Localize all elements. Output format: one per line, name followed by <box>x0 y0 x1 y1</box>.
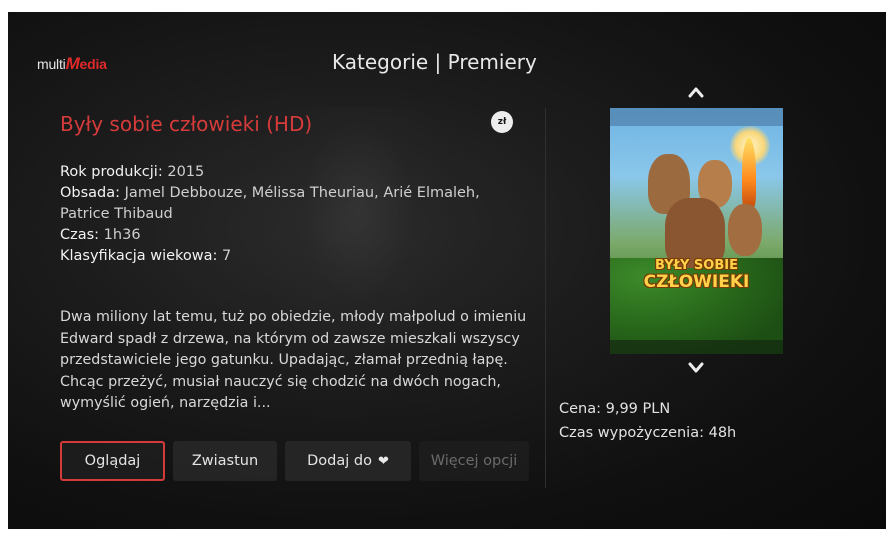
poster-bottom-strip <box>610 340 783 354</box>
movie-metadata: Rok produkcji: 2015 Obsada: Jamel Debbou… <box>60 162 530 267</box>
cast-row: Obsada: Jamel Debbouze, Mélissa Theuriau… <box>60 183 530 225</box>
price-label: Cena: 9,99 PLN <box>559 401 671 417</box>
watch-button[interactable]: Oglądaj <box>60 441 165 481</box>
poster-title-line2: CZŁOWIEKI <box>643 272 750 292</box>
poster-character <box>728 204 762 256</box>
more-button-label: Więcej opcji <box>430 453 518 469</box>
year-value: 2015 <box>167 164 205 180</box>
action-buttons: Oglądaj Zwiastun Dodaj do ❤ Więcej opcji <box>60 441 529 481</box>
age-value: 7 <box>222 248 232 264</box>
movie-title: Były sobie człowieki (HD) <box>60 112 313 136</box>
trailer-button-label: Zwiastun <box>191 453 259 469</box>
more-options-button[interactable]: Więcej opcji <box>419 441 529 481</box>
chevron-down-icon[interactable] <box>688 360 704 376</box>
logo-rest: edia <box>79 56 107 72</box>
age-row: Klasyfikacja wiekowa: 7 <box>60 246 530 267</box>
logo: multiMedia <box>37 54 107 74</box>
cast-value: Jamel Debbouze, Mélissa Theuriau, Arié E… <box>60 185 480 222</box>
rental-time-label: Czas wypożyczenia: 48h <box>559 425 737 441</box>
age-label: Klasyfikacja wiekowa: <box>60 248 218 264</box>
duration-value: 1h36 <box>103 227 141 243</box>
poster-top-strip <box>610 108 783 126</box>
add-button-label: Dodaj do <box>307 453 372 469</box>
cast-label: Obsada: <box>60 185 121 201</box>
vertical-divider <box>545 108 546 488</box>
movie-poster[interactable]: BYŁY SOBIE CZŁOWIEKI <box>610 108 783 354</box>
price-badge-icon: zł <box>491 111 513 133</box>
poster-title-line1: BYŁY SOBIE <box>655 258 738 273</box>
logo-m: M <box>65 54 80 73</box>
duration-label: Czas: <box>60 227 100 243</box>
chevron-up-icon[interactable] <box>688 84 704 100</box>
poster-torch <box>742 138 756 208</box>
movie-description: Dwa miliony lat temu, tuż po obiedzie, m… <box>60 309 527 412</box>
trailer-button[interactable]: Zwiastun <box>173 441 277 481</box>
poster-title: BYŁY SOBIE CZŁOWIEKI <box>610 258 783 292</box>
watch-button-label: Oglądaj <box>84 453 141 469</box>
heart-icon: ❤ <box>377 453 389 469</box>
year-label: Rok produkcji: <box>60 164 163 180</box>
add-to-favorites-button[interactable]: Dodaj do ❤ <box>285 441 411 481</box>
page-title: Kategorie | Premiery <box>332 50 537 74</box>
year-row: Rok produkcji: 2015 <box>60 162 530 183</box>
logo-prefix: multi <box>37 56 66 72</box>
duration-row: Czas: 1h36 <box>60 225 530 246</box>
